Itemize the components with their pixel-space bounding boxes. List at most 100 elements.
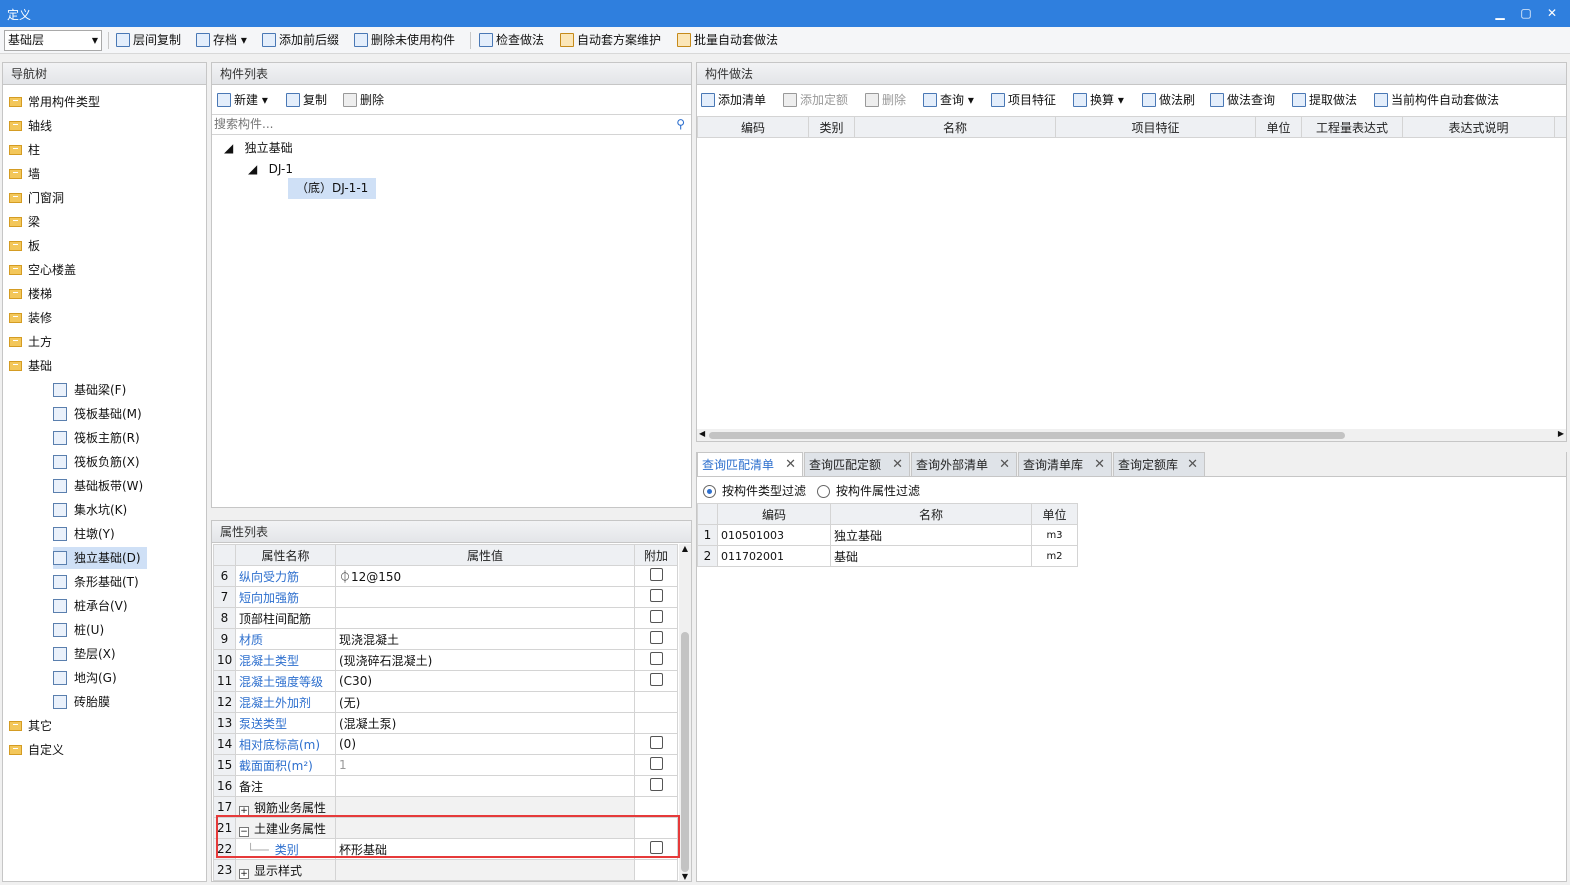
prop-name[interactable]: 相对底标高(m) xyxy=(239,738,320,752)
nav-item-11[interactable]: 基础 xyxy=(9,355,52,377)
property-row[interactable]: 23 + 显示样式 xyxy=(213,859,678,881)
property-row[interactable]: 11 混凝土强度等级 (C30) xyxy=(213,670,678,692)
nav-sub-item-12[interactable]: 地沟(G) xyxy=(53,667,117,689)
query-row[interactable]: 2 011702001 基础 m2 xyxy=(697,545,1078,567)
query-tab-4[interactable]: 查询定额库 ✕ xyxy=(1113,452,1205,476)
close-icon[interactable]: ✕ xyxy=(999,453,1010,477)
prop-value[interactable]: ⏀12@150 xyxy=(335,565,635,587)
archive-button[interactable]: 存档 ▾ xyxy=(196,27,247,54)
method-action-6[interactable]: 做法刷 xyxy=(1142,88,1195,112)
method-action-3[interactable]: 查询 ▾ xyxy=(923,88,974,112)
method-action-7[interactable]: 做法查询 xyxy=(1210,88,1275,112)
new-button[interactable]: 新建 ▾ xyxy=(217,88,268,112)
nav-sub-item-2[interactable]: 筏板主筋(R) xyxy=(53,427,140,449)
property-row[interactable]: 7 短向加强筋 xyxy=(213,586,678,608)
nav-item-9[interactable]: 装修 xyxy=(9,307,52,329)
hscroll-thumb[interactable] xyxy=(709,432,1345,439)
prop-value[interactable] xyxy=(335,586,635,608)
method-hscrollbar[interactable]: ◀ ▶ xyxy=(697,429,1566,441)
prop-name[interactable]: 截面面积(m²) xyxy=(239,759,313,773)
filter-by-attr[interactable]: 按构件属性过滤 xyxy=(817,482,920,500)
nav-item-0[interactable]: 常用构件类型 xyxy=(9,91,100,113)
nav-item-5[interactable]: 梁 xyxy=(9,211,40,233)
method-action-8[interactable]: 提取做法 xyxy=(1292,88,1357,112)
query-tab-0[interactable]: 查询匹配清单 ✕ xyxy=(697,452,803,476)
filter-by-type[interactable]: 按构件类型过滤 xyxy=(703,482,806,500)
prop-value[interactable]: 现浇混凝土 xyxy=(335,628,635,650)
checkbox[interactable] xyxy=(649,631,663,644)
close-icon[interactable]: ✕ xyxy=(1094,453,1105,477)
nav-item-4[interactable]: 门窗洞 xyxy=(9,187,64,209)
close-icon[interactable]: ✕ xyxy=(1542,3,1562,23)
property-row[interactable]: 15 截面面积(m²) 1 xyxy=(213,754,678,776)
expand-icon[interactable]: + xyxy=(239,805,249,816)
nav-item-3[interactable]: 墙 xyxy=(9,163,40,185)
prop-name[interactable]: 材质 xyxy=(239,633,263,647)
checkbox[interactable] xyxy=(649,652,663,665)
checkbox[interactable] xyxy=(649,673,663,686)
checkbox[interactable] xyxy=(649,757,663,770)
tree-child[interactable]: ◢ DJ-1 xyxy=(248,159,293,179)
nav-sub-item-8[interactable]: 条形基础(T) xyxy=(53,571,139,593)
search-icon[interactable]: ⚲ xyxy=(676,117,685,131)
prop-name[interactable]: 短向加强筋 xyxy=(239,591,299,605)
checkbox[interactable] xyxy=(649,610,663,623)
method-action-9[interactable]: 当前构件自动套做法 xyxy=(1374,88,1499,112)
prop-value[interactable]: 1 xyxy=(335,754,635,776)
property-row[interactable]: 10 混凝土类型 (现浇碎石混凝土) xyxy=(213,649,678,671)
property-scrollbar[interactable]: ▲ ▼ xyxy=(679,544,691,881)
close-icon[interactable]: ✕ xyxy=(1187,453,1198,477)
copy-floor-button[interactable]: 层间复制 xyxy=(116,27,181,54)
search-input[interactable] xyxy=(212,115,652,133)
add-prefix-suffix-button[interactable]: 添加前后缀 xyxy=(262,27,339,54)
expand-icon[interactable]: + xyxy=(239,868,249,879)
prop-value[interactable]: (无) xyxy=(335,691,635,713)
method-action-4[interactable]: 项目特征 xyxy=(991,88,1056,112)
nav-sub-item-5[interactable]: 集水坑(K) xyxy=(53,499,127,521)
query-tab-2[interactable]: 查询外部清单 ✕ xyxy=(911,452,1017,476)
tree-root[interactable]: ◢ 独立基础 xyxy=(224,138,293,158)
prop-value[interactable] xyxy=(335,607,635,629)
nav-sub-item-10[interactable]: 桩(U) xyxy=(53,619,104,641)
property-row[interactable]: 6 纵向受力筋 ⏀12@150 xyxy=(213,565,678,587)
query-tab-3[interactable]: 查询清单库 ✕ xyxy=(1018,452,1112,476)
prop-name[interactable]: 纵向受力筋 xyxy=(239,570,299,584)
prop-value[interactable]: (0) xyxy=(335,733,635,755)
close-icon[interactable]: ✕ xyxy=(892,453,903,477)
checkbox[interactable] xyxy=(649,589,663,602)
nav-bottom-item-0[interactable]: 其它 xyxy=(9,715,52,737)
nav-sub-item-9[interactable]: 桩承台(V) xyxy=(53,595,128,617)
nav-sub-item-1[interactable]: 筏板基础(M) xyxy=(53,403,142,425)
close-icon[interactable]: ✕ xyxy=(785,453,796,477)
property-row[interactable]: 13 泵送类型 (混凝土泵) xyxy=(213,712,678,734)
floor-select[interactable]: 基础层 ▼ xyxy=(4,30,102,51)
prop-value[interactable]: (C30) xyxy=(335,670,635,692)
nav-sub-item-13[interactable]: 砖胎膜 xyxy=(53,691,110,713)
nav-sub-item-7[interactable]: 独立基础(D) xyxy=(53,547,147,569)
minimize-icon[interactable]: ▁ xyxy=(1490,3,1510,23)
query-row[interactable]: 1 010501003 独立基础 m3 xyxy=(697,524,1078,546)
nav-item-10[interactable]: 土方 xyxy=(9,331,52,353)
method-action-5[interactable]: 换算 ▾ xyxy=(1073,88,1124,112)
prop-value[interactable] xyxy=(335,859,635,881)
maximize-icon[interactable]: ▢ xyxy=(1516,3,1536,23)
scroll-up-icon[interactable]: ▲ xyxy=(679,544,691,553)
scroll-thumb[interactable] xyxy=(681,632,689,872)
nav-item-6[interactable]: 板 xyxy=(9,235,40,257)
check-method-button[interactable]: 检查做法 xyxy=(479,27,544,54)
prop-value[interactable]: (现浇碎石混凝土) xyxy=(335,649,635,671)
property-row[interactable]: 14 相对底标高(m) (0) xyxy=(213,733,678,755)
property-row[interactable]: 12 混凝土外加剂 (无) xyxy=(213,691,678,713)
nav-sub-item-3[interactable]: 筏板负筋(X) xyxy=(53,451,140,473)
query-tab-1[interactable]: 查询匹配定额 ✕ xyxy=(804,452,910,476)
nav-item-1[interactable]: 轴线 xyxy=(9,115,52,137)
scroll-right-icon[interactable]: ▶ xyxy=(1558,429,1564,438)
batch-auto-button[interactable]: 批量自动套做法 xyxy=(677,27,778,54)
scroll-down-icon[interactable]: ▼ xyxy=(679,872,691,881)
prop-name[interactable]: 混凝土外加剂 xyxy=(239,696,311,710)
property-row[interactable]: 9 材质 现浇混凝土 xyxy=(213,628,678,650)
prop-name[interactable]: 混凝土强度等级 xyxy=(239,675,323,689)
nav-sub-item-0[interactable]: 基础梁(F) xyxy=(53,379,126,401)
nav-bottom-item-1[interactable]: 自定义 xyxy=(9,739,64,761)
property-row[interactable]: 16 备注 xyxy=(213,775,678,797)
